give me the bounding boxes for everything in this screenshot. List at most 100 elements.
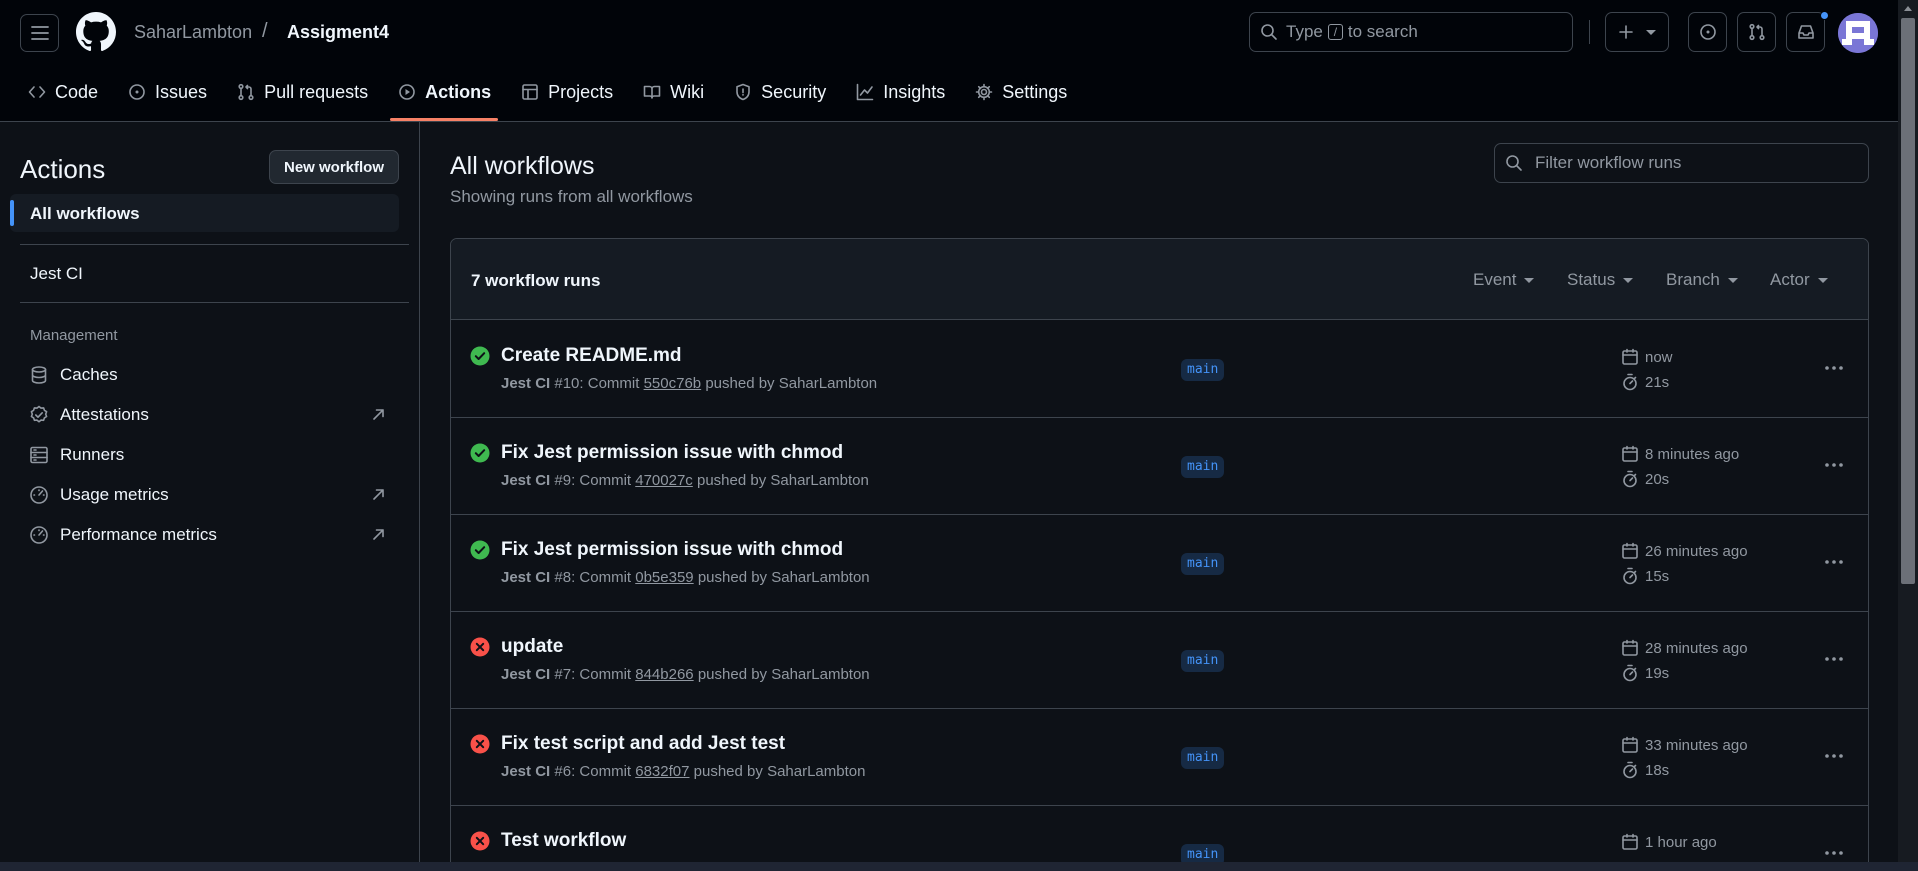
branch-badge[interactable]: main — [1181, 747, 1225, 769]
git-pull-request-icon — [238, 83, 254, 101]
table-row[interactable]: update Jest CI #7: Commit 844b266 pushed… — [451, 612, 1868, 709]
repo-tabs: Code Issues Pull requests Actions Projec… — [28, 80, 1097, 122]
tab-projects-label: Projects — [548, 81, 614, 102]
issue-opened-icon — [129, 84, 145, 100]
status-filter-dropdown[interactable]: Status — [1567, 270, 1634, 290]
new-workflow-button[interactable]: New workflow — [269, 150, 399, 184]
run-title[interactable]: Fix test script and add Jest test — [501, 733, 785, 755]
commit-sha-link[interactable]: 470027c — [635, 472, 693, 489]
search-prefix: Type — [1286, 22, 1323, 41]
table-row[interactable]: Create README.md Jest CI #10: Commit 550… — [451, 321, 1868, 418]
tab-pull-requests[interactable]: Pull requests — [237, 80, 368, 104]
table-row[interactable]: Fix Jest permission issue with chmod Jes… — [451, 418, 1868, 515]
code-icon — [28, 86, 46, 98]
stopwatch-icon — [1623, 470, 1637, 488]
search-icon — [1261, 24, 1277, 40]
tab-code[interactable]: Code — [28, 80, 98, 104]
table-row[interactable]: Fix Jest permission issue with chmod Jes… — [451, 515, 1868, 612]
search-shortcut-key: / — [1327, 24, 1343, 40]
check-circle-icon — [470, 346, 490, 366]
avatar[interactable] — [1838, 13, 1878, 53]
tab-insights[interactable]: Insights — [856, 80, 945, 104]
sidebar-item-jest-ci[interactable]: Jest CI — [30, 264, 83, 284]
repo-name-link[interactable]: Assigment4 — [287, 22, 389, 43]
sidebar-item-caches[interactable]: Caches — [28, 362, 388, 388]
tab-security[interactable]: Security — [734, 80, 826, 104]
run-duration: 20s — [1621, 470, 1669, 488]
run-duration: 21s — [1621, 373, 1669, 391]
tab-wiki[interactable]: Wiki — [643, 80, 704, 104]
scrollbar-thumb[interactable] — [1901, 18, 1915, 584]
run-title[interactable]: Fix Jest permission issue with chmod — [501, 442, 843, 464]
actor-filter-dropdown[interactable]: Actor — [1770, 270, 1828, 290]
filter-placeholder: Filter workflow runs — [1535, 153, 1682, 172]
sidebar-item-performance-metrics[interactable]: Performance metrics — [28, 522, 388, 548]
branch-badge[interactable]: main — [1181, 650, 1225, 672]
issue-opened-icon — [1699, 24, 1716, 40]
event-filter-dropdown[interactable]: Event — [1473, 270, 1535, 290]
commit-sha-link[interactable]: 6832f07 — [635, 763, 689, 780]
github-logo-icon[interactable] — [76, 12, 116, 52]
tab-projects[interactable]: Projects — [521, 80, 613, 104]
inbox-button[interactable] — [1786, 12, 1825, 52]
page-title: All workflows — [450, 152, 595, 180]
sidebar-item-usage-metrics[interactable]: Usage metrics — [28, 482, 388, 508]
sidebar-divider — [20, 302, 409, 303]
x-circle-icon — [470, 831, 490, 851]
kebab-menu-icon[interactable] — [1824, 746, 1844, 766]
book-icon — [643, 85, 661, 99]
create-new-button[interactable] — [1605, 12, 1669, 52]
run-title[interactable]: Test workflow — [501, 830, 626, 852]
tab-insights-label: Insights — [883, 81, 946, 102]
tab-actions-label: Actions — [425, 81, 492, 102]
run-title[interactable]: Create README.md — [501, 345, 682, 367]
run-when: 28 minutes ago — [1645, 639, 1748, 657]
active-tab-indicator — [390, 118, 498, 121]
inbox-icon — [1797, 25, 1814, 39]
commit-label: Commit — [579, 569, 632, 586]
commit-sha-link[interactable]: 0b5e359 — [635, 569, 693, 586]
run-when: now — [1645, 348, 1673, 366]
tab-code-label: Code — [55, 81, 99, 102]
kebab-menu-icon[interactable] — [1824, 455, 1844, 475]
issues-button[interactable] — [1688, 12, 1727, 52]
search-input[interactable]: Type / to search — [1249, 12, 1573, 52]
branch-badge[interactable]: main — [1181, 456, 1225, 478]
tab-actions[interactable]: Actions — [398, 80, 491, 104]
branch-badge[interactable]: main — [1181, 359, 1225, 381]
scroll-up-arrow-icon[interactable] — [1904, 6, 1912, 11]
pull-requests-button[interactable] — [1737, 12, 1776, 52]
run-title[interactable]: Fix Jest permission issue with chmod — [501, 539, 843, 561]
commit-label: Commit — [579, 763, 632, 780]
repo-owner-link[interactable]: SaharLambton — [134, 22, 252, 43]
tab-wiki-label: Wiki — [670, 81, 705, 102]
kebab-menu-icon[interactable] — [1824, 649, 1844, 669]
branch-badge[interactable]: main — [1181, 553, 1225, 575]
commit-sha-link[interactable]: 550c76b — [644, 375, 702, 392]
chevron-down-icon — [1646, 29, 1656, 35]
sidebar-divider — [20, 244, 409, 245]
tab-settings[interactable]: Settings — [975, 80, 1067, 104]
run-duration-value: 19s — [1645, 664, 1670, 682]
run-duration-value: 15s — [1645, 567, 1670, 585]
run-actor: SaharLambton — [770, 472, 869, 489]
notification-dot — [1820, 11, 1829, 20]
sidebar-item-attestations[interactable]: Attestations — [28, 402, 388, 428]
arrow-up-right-icon — [373, 489, 384, 500]
menu-button[interactable] — [20, 14, 59, 52]
tab-issues[interactable]: Issues — [128, 80, 207, 104]
commit-sha-link[interactable]: 844b266 — [635, 666, 693, 683]
kebab-menu-icon[interactable] — [1824, 552, 1844, 572]
search-icon — [1506, 155, 1522, 171]
commit-label: Commit — [579, 472, 632, 489]
run-title[interactable]: update — [501, 636, 563, 658]
run-number: #6 — [554, 763, 572, 780]
filter-workflow-runs-input[interactable]: Filter workflow runs — [1494, 143, 1869, 183]
kebab-menu-icon[interactable] — [1824, 843, 1844, 863]
status-filter-label: Status — [1567, 270, 1616, 289]
kebab-menu-icon[interactable] — [1824, 358, 1844, 378]
branch-filter-dropdown[interactable]: Branch — [1666, 270, 1738, 290]
table-row[interactable]: Fix test script and add Jest test Jest C… — [451, 709, 1868, 806]
sidebar-item-runners[interactable]: Runners — [28, 442, 388, 468]
run-when: 26 minutes ago — [1645, 542, 1748, 560]
